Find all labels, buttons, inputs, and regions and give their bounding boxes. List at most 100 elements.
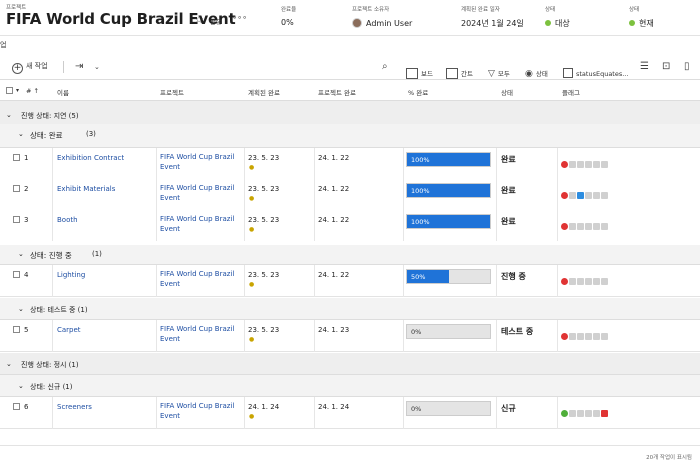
row-checkbox[interactable] (13, 271, 20, 278)
project-link[interactable]: FIFA World Cup Brazil Event (160, 269, 244, 289)
priority-flag-icon (561, 410, 568, 417)
col-percent-complete[interactable]: % 완료 (408, 87, 428, 97)
collapse-caret-icon[interactable]: ⌄ (18, 382, 24, 390)
task-name-link[interactable]: Lighting (57, 271, 152, 279)
percent-complete-bar: 50% (406, 269, 491, 284)
task-status[interactable]: 테스트 중 (501, 326, 533, 337)
project-completion: 24. 1. 22 (318, 154, 350, 162)
planned-completion-value: 2024년 1월 24일 (461, 19, 524, 28)
flags (561, 153, 609, 168)
owner-value: Admin User (366, 19, 413, 28)
percent-complete-bar: 0% (406, 324, 491, 339)
indent-icon[interactable]: ⇥ (75, 61, 83, 72)
list-icon[interactable]: ☰ (640, 61, 649, 72)
column-divider (52, 265, 53, 297)
task-name-link[interactable]: Carpet (57, 326, 152, 334)
table-row[interactable]: 3 Booth FIFA World Cup Brazil Event 23. 5. … (0, 210, 700, 242)
calendar-warning-icon: ● (249, 336, 255, 343)
collapse-caret-icon[interactable]: ⌄ (6, 111, 12, 119)
table-header: ▾ # ↑ 이름 프로젝트 계획된 완료 프로젝트 완료 % 완료 상태 플래그 (0, 79, 700, 101)
col-project-completion[interactable]: 프로젝트 완료 (318, 87, 356, 97)
new-task-button[interactable]: + 새 작업 (12, 61, 48, 74)
view-button[interactable]: ◉ 상태 (525, 61, 548, 80)
project-link[interactable]: FIFA World Cup Brazil Event (160, 401, 244, 421)
more-options-icon[interactable]: ∘∘∘ (232, 13, 247, 22)
task-status[interactable]: 진행 중 (501, 271, 526, 282)
task-status[interactable]: 신규 (501, 403, 516, 414)
project-link[interactable]: FIFA World Cup Brazil Event (160, 152, 244, 172)
group-header-testing[interactable]: ⌄ 상태: 테스트 중 (1) (0, 298, 700, 320)
col-flags[interactable]: 플래그 (562, 87, 580, 97)
favorite-star-icon[interactable]: ☆ (194, 13, 204, 26)
task-status[interactable]: 완료 (501, 216, 516, 227)
calendar-warning-icon: ● (249, 226, 255, 233)
group-header-new[interactable]: ⌄ 상태: 신규 (1) (0, 375, 700, 397)
group-header-done[interactable]: ⌄ 상태: 완료 (3) (0, 124, 700, 148)
task-name-link[interactable]: Booth (57, 216, 152, 224)
board-icon (406, 68, 418, 79)
col-planned[interactable]: 계획된 완료 (248, 87, 280, 97)
column-divider (156, 210, 157, 242)
task-name-link[interactable]: Exhibition Contract (57, 154, 152, 162)
settings-icon[interactable]: ⊡ (662, 61, 670, 72)
planned-completion: 24. 1. 24 (248, 403, 280, 411)
chevron-down-icon[interactable]: ⌄ (94, 63, 100, 71)
row-number: 4 (24, 271, 29, 279)
row-number: 6 (24, 403, 29, 411)
grouping-button[interactable]: statusEquates... (563, 61, 628, 80)
row-checkbox[interactable] (13, 154, 20, 161)
project-completion: 24. 1. 22 (318, 216, 350, 224)
col-project[interactable]: 프로젝트 (160, 87, 184, 97)
task-name-link[interactable]: Screeners (57, 403, 152, 411)
column-divider (557, 397, 558, 429)
row-checkbox[interactable] (13, 216, 20, 223)
group-header-inprogress[interactable]: ⌄ 상태: 진행 중 (1) (0, 245, 700, 265)
eye-icon: ◉ (525, 69, 533, 79)
group-label: 진행 상태: 정시 (1) (21, 361, 79, 369)
share-button[interactable]: 공유 (210, 16, 222, 26)
flag-icon (601, 192, 608, 199)
collapse-caret-icon[interactable]: ⌄ (18, 250, 24, 258)
search-icon[interactable]: ⌕ (382, 61, 388, 72)
row-checkbox[interactable] (13, 326, 20, 333)
flag-icon (585, 410, 592, 417)
gantt-view-button[interactable]: 간트 (446, 61, 473, 80)
table-row[interactable]: 6 Screeners FIFA World Cup Brazil Event 24.… (0, 397, 700, 429)
col-name[interactable]: 이름 (57, 87, 69, 97)
toolbar-divider (63, 61, 64, 73)
table-row[interactable]: 5 Carpet FIFA World Cup Brazil Event 23. 5.… (0, 320, 700, 352)
column-divider (496, 148, 497, 180)
column-divider (52, 148, 53, 180)
filter-button[interactable]: ▽ 모두 (488, 61, 510, 80)
group-header-ontime[interactable]: ⌄ 진행 상태: 정시 (1) (0, 353, 700, 375)
project-link[interactable]: FIFA World Cup Brazil Event (160, 214, 244, 234)
table-row[interactable]: 1 Exhibition Contract FIFA World Cup Brazi… (0, 148, 700, 180)
collapse-caret-icon[interactable]: ⌄ (18, 130, 24, 138)
status-field[interactable]: 현재 (629, 18, 654, 29)
view-label: 상태 (535, 70, 548, 78)
row-checkbox[interactable] (13, 185, 20, 192)
col-status[interactable]: 상태 (501, 87, 513, 97)
column-divider (314, 148, 315, 180)
caret-down-icon[interactable]: ▾ (16, 87, 19, 94)
owner-field[interactable]: Admin User (352, 18, 412, 28)
panel-icon[interactable]: ▯ (684, 61, 690, 72)
project-link[interactable]: FIFA World Cup Brazil Event (160, 183, 244, 203)
column-divider (496, 210, 497, 242)
select-all-checkbox[interactable] (6, 87, 13, 94)
collapse-caret-icon[interactable]: ⌄ (6, 360, 12, 368)
task-name-link[interactable]: Exhibit Materials (57, 185, 152, 193)
flag-icon (593, 278, 600, 285)
project-link[interactable]: FIFA World Cup Brazil Event (160, 324, 244, 344)
board-view-button[interactable]: 보드 (406, 61, 433, 80)
task-status[interactable]: 완료 (501, 185, 516, 196)
collapse-caret-icon[interactable]: ⌄ (18, 305, 24, 313)
row-checkbox[interactable] (13, 403, 20, 410)
task-status[interactable]: 완료 (501, 154, 516, 165)
col-num[interactable]: # ↑ (26, 87, 39, 95)
flag-icon (585, 223, 592, 230)
table-row[interactable]: 2 Exhibit Materials FIFA World Cup Brazil … (0, 179, 700, 211)
condition-field[interactable]: 대상 (545, 18, 570, 29)
subnav-label[interactable]: 업 (0, 40, 6, 50)
table-row[interactable]: 4 Lighting FIFA World Cup Brazil Event 23. … (0, 265, 700, 297)
